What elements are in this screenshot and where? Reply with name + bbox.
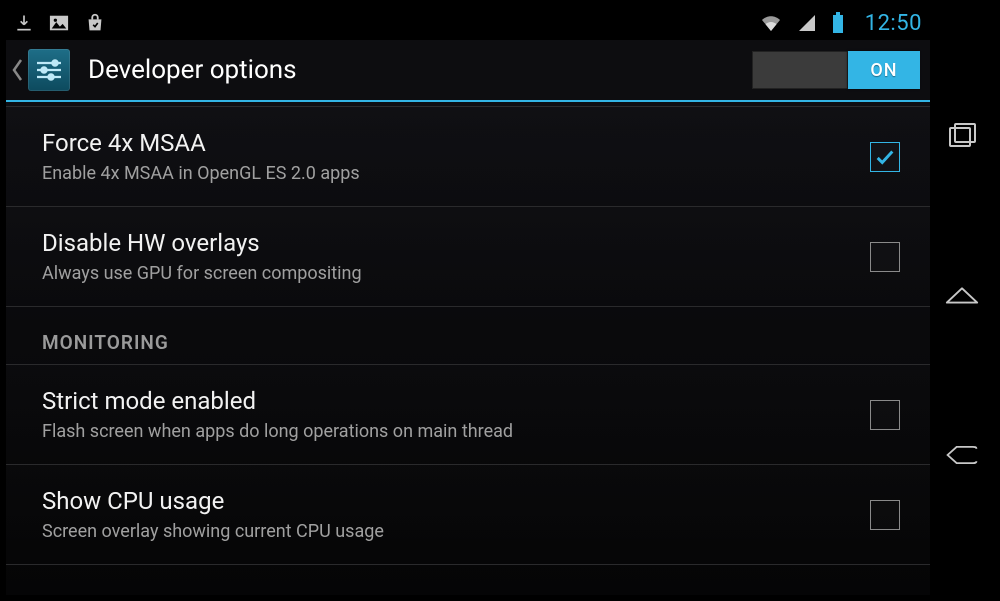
battery-icon bbox=[831, 12, 845, 34]
status-bar: 12:50 bbox=[6, 6, 930, 40]
pref-summary: Always use GPU for screen compositing bbox=[42, 263, 854, 284]
checkbox[interactable] bbox=[870, 500, 900, 530]
settings-list: Force 4x MSAA Enable 4x MSAA in OpenGL E… bbox=[6, 102, 930, 595]
download-icon bbox=[14, 13, 34, 33]
action-bar: Developer options ON bbox=[6, 40, 930, 102]
pref-force-4x-msaa[interactable]: Force 4x MSAA Enable 4x MSAA in OpenGL E… bbox=[6, 106, 930, 207]
checkbox[interactable] bbox=[870, 242, 900, 272]
back-button[interactable] bbox=[944, 437, 980, 473]
settings-sliders-icon bbox=[28, 49, 70, 91]
master-switch[interactable]: ON bbox=[752, 51, 920, 89]
pref-strict-mode[interactable]: Strict mode enabled Flash screen when ap… bbox=[6, 365, 930, 465]
pref-summary: Screen overlay showing current CPU usage bbox=[42, 521, 854, 542]
picture-icon bbox=[48, 13, 70, 33]
chevron-left-icon bbox=[10, 56, 28, 84]
cell-signal-icon bbox=[797, 13, 817, 33]
wifi-icon bbox=[759, 13, 783, 33]
page-title: Developer options bbox=[88, 55, 752, 85]
shop-icon bbox=[84, 12, 106, 34]
recents-button[interactable] bbox=[944, 118, 980, 154]
device-frame: 12:50 Developer option bbox=[6, 6, 994, 595]
pref-title: Show CPU usage bbox=[42, 487, 854, 515]
checkbox[interactable] bbox=[870, 400, 900, 430]
pref-summary: Flash screen when apps do long operation… bbox=[42, 421, 854, 442]
switch-track bbox=[752, 51, 848, 89]
section-label: MONITORING bbox=[42, 331, 900, 354]
checkbox[interactable] bbox=[870, 142, 900, 172]
pref-title: Force 4x MSAA bbox=[42, 129, 854, 157]
section-header-monitoring: MONITORING bbox=[6, 307, 930, 365]
pref-title: Strict mode enabled bbox=[42, 387, 854, 415]
status-clock: 12:50 bbox=[865, 11, 922, 36]
home-button[interactable] bbox=[944, 277, 980, 313]
pref-title: Disable HW overlays bbox=[42, 229, 854, 257]
up-button[interactable] bbox=[10, 40, 88, 100]
pref-summary: Enable 4x MSAA in OpenGL ES 2.0 apps bbox=[42, 163, 854, 184]
system-nav-bar bbox=[930, 6, 994, 595]
pref-disable-hw-overlays[interactable]: Disable HW overlays Always use GPU for s… bbox=[6, 207, 930, 307]
switch-thumb: ON bbox=[848, 51, 920, 89]
screen: 12:50 Developer option bbox=[6, 6, 930, 595]
pref-show-cpu-usage[interactable]: Show CPU usage Screen overlay showing cu… bbox=[6, 465, 930, 565]
